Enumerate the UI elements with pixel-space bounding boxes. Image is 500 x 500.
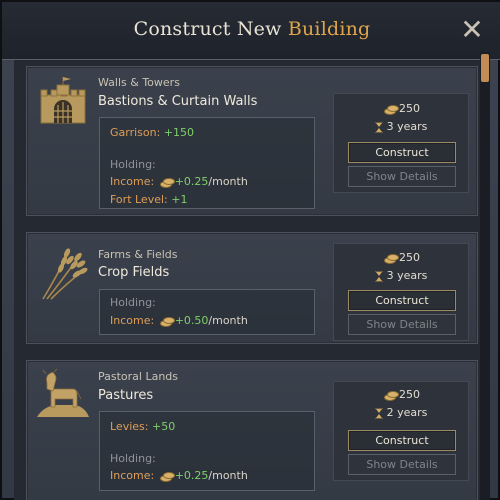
income-label: Income: <box>110 314 155 327</box>
window-titlebar: Construct New Building ✕ <box>2 2 500 60</box>
building-name: Crop Fields <box>98 265 170 280</box>
hourglass-icon <box>374 270 383 282</box>
build-time-value: 3 years <box>386 269 428 282</box>
window-title-accent: Building <box>287 18 371 40</box>
garrison-label: Garrison: <box>110 126 161 139</box>
building-category: Pastoral Lands <box>98 370 179 383</box>
window-title-prefix: Construct New <box>133 18 288 40</box>
income-value: +0.25 <box>174 469 209 482</box>
window-title: Construct New Building <box>2 18 500 40</box>
build-time-value: 2 years <box>386 406 428 419</box>
build-time: 3 years <box>334 120 468 133</box>
effects-box: Garrison: +150 Holding: Income: +0.25/mo… <box>99 117 315 209</box>
building-name: Pastures <box>98 388 154 403</box>
fort-level-modifier: Fort Level: +1 <box>110 193 187 206</box>
show-details-button[interactable]: Show Details <box>348 166 456 187</box>
construct-button[interactable]: Construct <box>348 290 456 311</box>
cow-icon <box>35 367 91 419</box>
build-time: 3 years <box>334 269 468 282</box>
gold-cost: 250 <box>334 388 468 401</box>
garrison-value: +150 <box>163 126 195 139</box>
building-category: Farms & Fields <box>98 248 178 261</box>
building-name: Bastions & Curtain Walls <box>98 94 258 109</box>
fort-level-value: +1 <box>171 193 188 206</box>
close-icon[interactable]: ✕ <box>457 16 487 46</box>
holding-label: Holding: <box>110 296 156 309</box>
gold-icon <box>159 472 175 482</box>
income-modifier: Income: +0.50/month <box>110 314 248 327</box>
gold-icon <box>384 391 399 401</box>
gold-icon <box>384 254 399 264</box>
gold-cost-value: 250 <box>399 251 420 264</box>
levies-label: Levies: <box>110 420 149 433</box>
effects-box: Holding: Income: +0.50/month <box>99 289 315 335</box>
gold-cost: 250 <box>334 251 468 264</box>
scrollbar-thumb[interactable] <box>481 54 489 82</box>
holding-label: Holding: <box>110 452 156 465</box>
gold-cost-value: 250 <box>399 388 420 401</box>
cost-panel: 250 3 years Construct Show Details <box>333 93 469 193</box>
construct-button[interactable]: Construct <box>348 142 456 163</box>
building-category: Walls & Towers <box>98 76 180 89</box>
effects-box: Levies: +50 Holding: Income: +0.25/month <box>99 411 315 491</box>
gold-icon <box>384 105 399 115</box>
income-unit: /month <box>208 175 248 188</box>
hourglass-icon <box>374 121 383 133</box>
cost-panel: 250 3 years Construct Show Details <box>333 243 469 341</box>
levies-modifier: Levies: +50 <box>110 420 175 433</box>
build-time-value: 3 years <box>386 120 428 133</box>
garrison-modifier: Garrison: +150 <box>110 126 194 139</box>
building-card-crop-fields: Farms & Fields Crop Fields Holding: Inco… <box>26 232 478 344</box>
income-label: Income: <box>110 469 155 482</box>
construct-building-window: Construct New Building ✕ Walls & Towers … <box>0 0 500 500</box>
income-modifier: Income: +0.25/month <box>110 469 248 482</box>
hourglass-icon <box>374 407 383 419</box>
show-details-button[interactable]: Show Details <box>348 454 456 475</box>
income-label: Income: <box>110 175 155 188</box>
gold-cost: 250 <box>334 102 468 115</box>
income-modifier: Income: +0.25/month <box>110 175 248 188</box>
holding-label: Holding: <box>110 158 156 171</box>
gold-icon <box>159 178 175 188</box>
income-value: +0.50 <box>174 314 209 327</box>
income-unit: /month <box>208 314 248 327</box>
levies-value: +50 <box>151 420 176 433</box>
income-unit: /month <box>208 469 248 482</box>
cost-panel: 250 2 years Construct Show Details <box>333 381 469 481</box>
gold-cost-value: 250 <box>399 102 420 115</box>
building-card-bastions: Walls & Towers Bastions & Curtain Walls … <box>26 66 478 216</box>
construct-button[interactable]: Construct <box>348 430 456 451</box>
build-time: 2 years <box>334 406 468 419</box>
wheat-icon <box>37 241 89 301</box>
building-card-pastures: Pastoral Lands Pastures Levies: +50 Hold… <box>26 360 478 500</box>
gold-icon <box>159 317 175 327</box>
castle-gate-icon <box>35 75 91 127</box>
show-details-button[interactable]: Show Details <box>348 314 456 335</box>
income-value: +0.25 <box>174 175 209 188</box>
scrollbar-track[interactable] <box>480 52 490 500</box>
fort-level-label: Fort Level: <box>110 193 168 206</box>
